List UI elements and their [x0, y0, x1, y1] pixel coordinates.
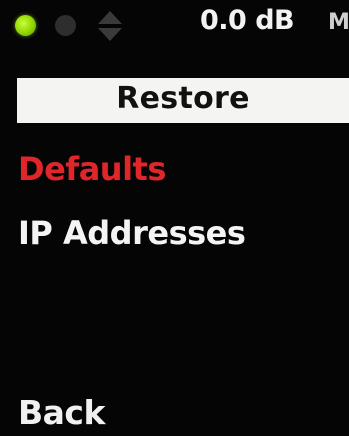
- menu-item-ip-addresses[interactable]: IP Addresses: [18, 214, 246, 252]
- menu-title-bar: Restore: [17, 78, 349, 123]
- inactive-status-led-icon: [55, 15, 76, 36]
- mode-indicator: M: [328, 10, 349, 35]
- menu-item-defaults[interactable]: Defaults: [18, 150, 166, 188]
- back-button[interactable]: Back: [18, 393, 105, 432]
- status-bar: 0.0 dB M: [0, 0, 349, 50]
- device-screen: 0.0 dB M Restore Defaults IP Addresses B…: [0, 0, 349, 436]
- active-status-led-icon: [15, 15, 36, 36]
- page-title: Restore: [116, 81, 250, 116]
- level-readout: 0.0 dB: [200, 5, 295, 36]
- up-down-arrows-icon: [98, 11, 122, 41]
